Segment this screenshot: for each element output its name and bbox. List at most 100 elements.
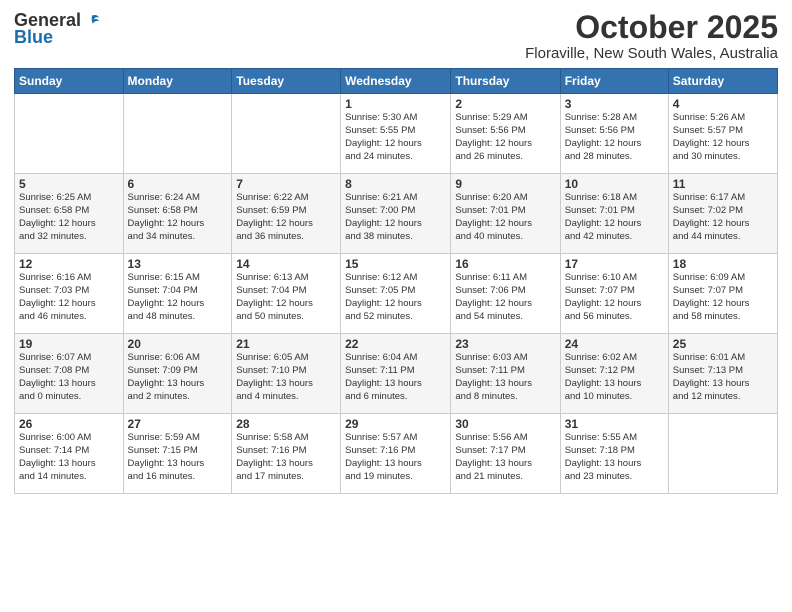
day-number: 10 — [565, 177, 664, 191]
day-number: 21 — [236, 337, 336, 351]
day-info: Sunrise: 5:30 AM Sunset: 5:55 PM Dayligh… — [345, 112, 446, 163]
day-info: Sunrise: 6:22 AM Sunset: 6:59 PM Dayligh… — [236, 192, 336, 243]
day-number: 12 — [19, 257, 119, 271]
calendar-cell: 18Sunrise: 6:09 AM Sunset: 7:07 PM Dayli… — [668, 254, 777, 334]
day-info: Sunrise: 6:10 AM Sunset: 7:07 PM Dayligh… — [565, 272, 664, 323]
day-number: 28 — [236, 417, 336, 431]
calendar-cell: 10Sunrise: 6:18 AM Sunset: 7:01 PM Dayli… — [560, 174, 668, 254]
month-title: October 2025 — [525, 10, 778, 45]
day-number: 13 — [128, 257, 228, 271]
calendar-header-monday: Monday — [123, 69, 232, 94]
calendar-cell: 26Sunrise: 6:00 AM Sunset: 7:14 PM Dayli… — [15, 414, 124, 494]
day-info: Sunrise: 6:05 AM Sunset: 7:10 PM Dayligh… — [236, 352, 336, 403]
day-info: Sunrise: 5:29 AM Sunset: 5:56 PM Dayligh… — [455, 112, 555, 163]
day-number: 24 — [565, 337, 664, 351]
day-info: Sunrise: 6:17 AM Sunset: 7:02 PM Dayligh… — [673, 192, 773, 243]
day-info: Sunrise: 6:00 AM Sunset: 7:14 PM Dayligh… — [19, 432, 119, 483]
day-info: Sunrise: 5:56 AM Sunset: 7:17 PM Dayligh… — [455, 432, 555, 483]
day-number: 15 — [345, 257, 446, 271]
day-number: 27 — [128, 417, 228, 431]
calendar-cell: 16Sunrise: 6:11 AM Sunset: 7:06 PM Dayli… — [451, 254, 560, 334]
day-info: Sunrise: 6:11 AM Sunset: 7:06 PM Dayligh… — [455, 272, 555, 323]
day-info: Sunrise: 6:21 AM Sunset: 7:00 PM Dayligh… — [345, 192, 446, 243]
calendar-cell: 24Sunrise: 6:02 AM Sunset: 7:12 PM Dayli… — [560, 334, 668, 414]
calendar-cell: 4Sunrise: 5:26 AM Sunset: 5:57 PM Daylig… — [668, 94, 777, 174]
day-number: 19 — [19, 337, 119, 351]
day-number: 7 — [236, 177, 336, 191]
calendar-cell: 13Sunrise: 6:15 AM Sunset: 7:04 PM Dayli… — [123, 254, 232, 334]
calendar-cell: 23Sunrise: 6:03 AM Sunset: 7:11 PM Dayli… — [451, 334, 560, 414]
day-number: 5 — [19, 177, 119, 191]
page: General Blue October 2025 Floraville, Ne… — [0, 0, 792, 612]
day-info: Sunrise: 6:06 AM Sunset: 7:09 PM Dayligh… — [128, 352, 228, 403]
calendar-cell: 5Sunrise: 6:25 AM Sunset: 6:58 PM Daylig… — [15, 174, 124, 254]
calendar-week-row: 12Sunrise: 6:16 AM Sunset: 7:03 PM Dayli… — [15, 254, 778, 334]
day-info: Sunrise: 6:18 AM Sunset: 7:01 PM Dayligh… — [565, 192, 664, 243]
day-info: Sunrise: 6:03 AM Sunset: 7:11 PM Dayligh… — [455, 352, 555, 403]
calendar-cell: 15Sunrise: 6:12 AM Sunset: 7:05 PM Dayli… — [341, 254, 451, 334]
day-info: Sunrise: 6:12 AM Sunset: 7:05 PM Dayligh… — [345, 272, 446, 323]
calendar-week-row: 26Sunrise: 6:00 AM Sunset: 7:14 PM Dayli… — [15, 414, 778, 494]
calendar-cell: 22Sunrise: 6:04 AM Sunset: 7:11 PM Dayli… — [341, 334, 451, 414]
calendar-header-sunday: Sunday — [15, 69, 124, 94]
calendar-cell: 20Sunrise: 6:06 AM Sunset: 7:09 PM Dayli… — [123, 334, 232, 414]
calendar-cell: 7Sunrise: 6:22 AM Sunset: 6:59 PM Daylig… — [232, 174, 341, 254]
day-number: 2 — [455, 97, 555, 111]
day-info: Sunrise: 5:26 AM Sunset: 5:57 PM Dayligh… — [673, 112, 773, 163]
day-number: 20 — [128, 337, 228, 351]
day-info: Sunrise: 6:24 AM Sunset: 6:58 PM Dayligh… — [128, 192, 228, 243]
calendar-cell: 19Sunrise: 6:07 AM Sunset: 7:08 PM Dayli… — [15, 334, 124, 414]
day-number: 11 — [673, 177, 773, 191]
logo-blue-text: Blue — [14, 27, 53, 48]
location-title: Floraville, New South Wales, Australia — [525, 45, 778, 62]
header: General Blue October 2025 Floraville, Ne… — [14, 10, 778, 62]
calendar-cell — [668, 414, 777, 494]
calendar-header-thursday: Thursday — [451, 69, 560, 94]
calendar-cell: 9Sunrise: 6:20 AM Sunset: 7:01 PM Daylig… — [451, 174, 560, 254]
day-info: Sunrise: 5:57 AM Sunset: 7:16 PM Dayligh… — [345, 432, 446, 483]
calendar-cell: 28Sunrise: 5:58 AM Sunset: 7:16 PM Dayli… — [232, 414, 341, 494]
day-info: Sunrise: 6:13 AM Sunset: 7:04 PM Dayligh… — [236, 272, 336, 323]
day-info: Sunrise: 6:20 AM Sunset: 7:01 PM Dayligh… — [455, 192, 555, 243]
calendar-cell: 31Sunrise: 5:55 AM Sunset: 7:18 PM Dayli… — [560, 414, 668, 494]
calendar-header-wednesday: Wednesday — [341, 69, 451, 94]
calendar-header-tuesday: Tuesday — [232, 69, 341, 94]
calendar-week-row: 19Sunrise: 6:07 AM Sunset: 7:08 PM Dayli… — [15, 334, 778, 414]
day-info: Sunrise: 5:58 AM Sunset: 7:16 PM Dayligh… — [236, 432, 336, 483]
calendar-cell: 12Sunrise: 6:16 AM Sunset: 7:03 PM Dayli… — [15, 254, 124, 334]
day-number: 3 — [565, 97, 664, 111]
calendar-table: SundayMondayTuesdayWednesdayThursdayFrid… — [14, 68, 778, 494]
calendar-cell: 17Sunrise: 6:10 AM Sunset: 7:07 PM Dayli… — [560, 254, 668, 334]
day-number: 22 — [345, 337, 446, 351]
day-info: Sunrise: 6:09 AM Sunset: 7:07 PM Dayligh… — [673, 272, 773, 323]
calendar-cell: 27Sunrise: 5:59 AM Sunset: 7:15 PM Dayli… — [123, 414, 232, 494]
day-info: Sunrise: 5:59 AM Sunset: 7:15 PM Dayligh… — [128, 432, 228, 483]
day-number: 14 — [236, 257, 336, 271]
day-info: Sunrise: 5:28 AM Sunset: 5:56 PM Dayligh… — [565, 112, 664, 163]
calendar-cell: 3Sunrise: 5:28 AM Sunset: 5:56 PM Daylig… — [560, 94, 668, 174]
calendar-cell: 1Sunrise: 5:30 AM Sunset: 5:55 PM Daylig… — [341, 94, 451, 174]
calendar-cell — [232, 94, 341, 174]
day-number: 8 — [345, 177, 446, 191]
day-info: Sunrise: 6:16 AM Sunset: 7:03 PM Dayligh… — [19, 272, 119, 323]
calendar-cell: 8Sunrise: 6:21 AM Sunset: 7:00 PM Daylig… — [341, 174, 451, 254]
logo: General Blue — [14, 10, 101, 48]
day-number: 23 — [455, 337, 555, 351]
calendar-cell: 29Sunrise: 5:57 AM Sunset: 7:16 PM Dayli… — [341, 414, 451, 494]
calendar-cell: 30Sunrise: 5:56 AM Sunset: 7:17 PM Dayli… — [451, 414, 560, 494]
day-info: Sunrise: 6:04 AM Sunset: 7:11 PM Dayligh… — [345, 352, 446, 403]
calendar-cell: 14Sunrise: 6:13 AM Sunset: 7:04 PM Dayli… — [232, 254, 341, 334]
day-number: 16 — [455, 257, 555, 271]
day-number: 18 — [673, 257, 773, 271]
day-number: 31 — [565, 417, 664, 431]
logo-bird-icon — [83, 12, 101, 30]
day-info: Sunrise: 6:07 AM Sunset: 7:08 PM Dayligh… — [19, 352, 119, 403]
day-number: 4 — [673, 97, 773, 111]
day-info: Sunrise: 5:55 AM Sunset: 7:18 PM Dayligh… — [565, 432, 664, 483]
calendar-week-row: 5Sunrise: 6:25 AM Sunset: 6:58 PM Daylig… — [15, 174, 778, 254]
calendar-cell: 21Sunrise: 6:05 AM Sunset: 7:10 PM Dayli… — [232, 334, 341, 414]
calendar-cell: 2Sunrise: 5:29 AM Sunset: 5:56 PM Daylig… — [451, 94, 560, 174]
calendar-header-friday: Friday — [560, 69, 668, 94]
day-number: 30 — [455, 417, 555, 431]
day-number: 26 — [19, 417, 119, 431]
